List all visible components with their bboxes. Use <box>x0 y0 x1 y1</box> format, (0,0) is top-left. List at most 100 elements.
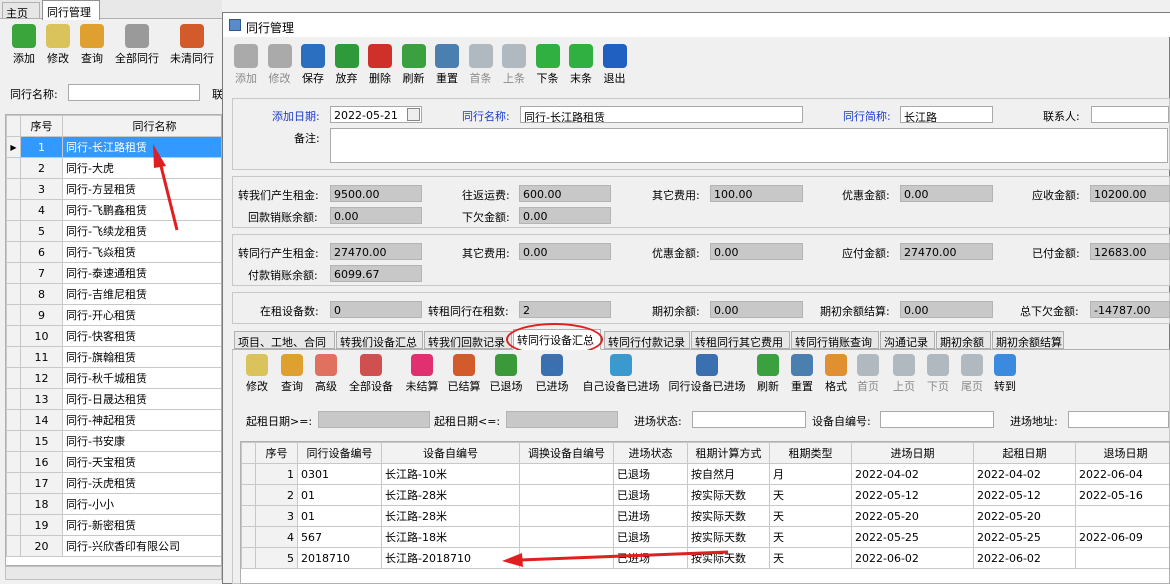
left-toolbar-button-3[interactable]: 全部同行 <box>112 24 162 66</box>
left-toolbar-button-2[interactable]: 查询 <box>74 24 110 66</box>
sub-toolbar-button-3[interactable]: 全部设备 <box>344 354 398 394</box>
peer-list-row[interactable]: 4 同行-飞鹏鑫租赁 <box>6 199 221 221</box>
grid-row-selector[interactable] <box>241 484 256 506</box>
grid-row-selector[interactable] <box>241 463 256 485</box>
dialog-toolbar-button-9[interactable]: 下条 <box>532 44 564 86</box>
grid-row[interactable]: 1 0301 长江路-10米 已退场 按自然月月 2022-04-02 2022-04-02… <box>241 463 1169 485</box>
sub-toolbar-button-14[interactable]: 上页 <box>888 354 920 394</box>
sub-toolbar-button-1[interactable]: 查询 <box>276 354 308 394</box>
peer-list-row[interactable]: 18 同行-小小 <box>6 493 221 515</box>
peer-list-row[interactable]: ▶ 1 同行-长江路租赁 <box>6 136 221 158</box>
left-toolbar-button-0[interactable]: 添加 <box>6 24 42 66</box>
row-selector[interactable] <box>6 262 21 284</box>
left-hscrollbar[interactable] <box>5 566 222 580</box>
peer-list-row[interactable]: 14 同行-神起租赁 <box>6 409 221 431</box>
entry-status-field[interactable] <box>692 411 806 428</box>
start-date-to-field[interactable] <box>506 411 618 428</box>
dialog-toolbar-button-10[interactable]: 末条 <box>565 44 597 86</box>
row-selector[interactable] <box>6 451 21 473</box>
entry-address-field[interactable] <box>1068 411 1169 428</box>
peer-list-row[interactable]: 19 同行-新密租赁 <box>6 514 221 536</box>
row-selector[interactable] <box>6 388 21 410</box>
sub-toolbar-button-11[interactable]: 重置 <box>786 354 818 394</box>
peer-list-row[interactable]: 13 同行-日晟达租赁 <box>6 388 221 410</box>
sub-toolbar-button-15[interactable]: 下页 <box>922 354 954 394</box>
row-selector[interactable] <box>6 241 21 263</box>
grid-row[interactable]: 4 567 长江路-18米 已退场 按实际天数天 2022-05-25 2022-05-25… <box>241 526 1169 548</box>
sub-toolbar-button-17[interactable]: 转到 <box>988 354 1022 394</box>
note-field[interactable] <box>330 128 1168 163</box>
peer-list-row[interactable]: 10 同行-快客租赁 <box>6 325 221 347</box>
sub-tab-1[interactable]: 转我们设备汇总 <box>336 331 423 349</box>
sub-tab-8[interactable]: 期初余额 <box>936 331 991 349</box>
grid-row[interactable]: 2 01 长江路-28米 已退场 按实际天数天 2022-05-12 2022-05-12 2… <box>241 484 1169 506</box>
row-selector[interactable] <box>6 220 21 242</box>
peer-list-row[interactable]: 8 同行-吉维尼租赁 <box>6 283 221 305</box>
row-selector[interactable] <box>6 325 21 347</box>
left-toolbar-button-1[interactable]: 修改 <box>42 24 74 66</box>
peer-list-row[interactable]: 5 同行-飞续龙租赁 <box>6 220 221 242</box>
dialog-toolbar-button-4[interactable]: 删除 <box>364 44 396 86</box>
peer-list-row[interactable]: 11 同行-旗翰租赁 <box>6 346 221 368</box>
sub-tab-5[interactable]: 转租同行其它费用 <box>691 331 790 349</box>
sub-toolbar-button-10[interactable]: 刷新 <box>752 354 784 394</box>
peer-list-row[interactable]: 9 同行-开心租赁 <box>6 304 221 326</box>
sub-toolbar-button-6[interactable]: 已退场 <box>486 354 526 394</box>
row-selector[interactable] <box>6 472 21 494</box>
dialog-toolbar-button-3[interactable]: 放弃 <box>331 44 363 86</box>
peer-list-row[interactable]: 3 同行-方昱租赁 <box>6 178 221 200</box>
left-toolbar-button-4[interactable]: 未清同行 <box>166 24 218 66</box>
peer-list-row[interactable]: 17 同行-沃虎租赁 <box>6 472 221 494</box>
sub-tab-0[interactable]: 项目、工地、合同 <box>234 331 335 349</box>
sub-toolbar-button-4[interactable]: 未结算 <box>402 354 442 394</box>
dialog-toolbar-button-1[interactable]: 修改 <box>264 44 296 86</box>
sub-tab-6[interactable]: 转同行销账查询 <box>791 331 879 349</box>
grid-row[interactable]: 3 01 长江路-28米 已进场 按实际天数天 2022-05-20 2022-05-20 <box>241 505 1169 527</box>
sub-toolbar-button-8[interactable]: 自己设备已进场 <box>580 354 662 394</box>
sub-tab-7[interactable]: 沟通记录 <box>880 331 935 349</box>
sub-toolbar-button-12[interactable]: 格式 <box>822 354 850 394</box>
sub-toolbar-button-5[interactable]: 已结算 <box>444 354 484 394</box>
tab-home[interactable]: 主页 <box>2 2 40 20</box>
add-date-field[interactable]: 2022-05-21 <box>330 106 422 123</box>
peer-list-row[interactable]: 16 同行-天宝租赁 <box>6 451 221 473</box>
sub-toolbar-button-7[interactable]: 已进场 <box>530 354 574 394</box>
dialog-toolbar-button-6[interactable]: 重置 <box>431 44 463 86</box>
row-selector[interactable] <box>6 493 21 515</box>
dialog-toolbar-button-8[interactable]: 上条 <box>498 44 530 86</box>
sub-tab-9[interactable]: 期初余额结算 <box>992 331 1064 349</box>
row-selector[interactable] <box>6 535 21 557</box>
row-selector[interactable] <box>6 346 21 368</box>
row-selector[interactable] <box>6 409 21 431</box>
sub-toolbar-button-0[interactable]: 修改 <box>240 354 274 394</box>
grid-row[interactable]: 5 2018710 长江路-2018710 已进场 按实际天数天 2022-06-02 20… <box>241 547 1169 569</box>
peer-name-field[interactable]: 同行-长江路租赁 <box>520 106 803 123</box>
peer-list-row[interactable]: 6 同行-飞焱租赁 <box>6 241 221 263</box>
grid-row-selector[interactable] <box>241 526 256 548</box>
dialog-toolbar-button-11[interactable]: 退出 <box>599 44 631 86</box>
contact-field[interactable] <box>1091 106 1169 123</box>
row-selector[interactable] <box>6 304 21 326</box>
peer-list-row[interactable]: 20 同行-兴欣香印有限公司 <box>6 535 221 557</box>
peer-list-row[interactable]: 15 同行-书安康 <box>6 430 221 452</box>
dialog-toolbar-button-2[interactable]: 保存 <box>297 44 329 86</box>
sub-toolbar-button-9[interactable]: 同行设备已进场 <box>666 354 748 394</box>
sub-tab-2[interactable]: 转我们回款记录 <box>424 331 512 349</box>
dialog-toolbar-button-5[interactable]: 刷新 <box>398 44 430 86</box>
sub-tab-4[interactable]: 转同行付款记录 <box>604 331 690 349</box>
sub-toolbar-button-16[interactable]: 尾页 <box>956 354 988 394</box>
tab-peer-management[interactable]: 同行管理 <box>42 0 100 20</box>
start-date-from-field[interactable] <box>318 411 430 428</box>
row-selector[interactable] <box>6 199 21 221</box>
device-number-field[interactable] <box>880 411 994 428</box>
dialog-toolbar-button-0[interactable]: 添加 <box>230 44 262 86</box>
row-selector[interactable] <box>6 514 21 536</box>
row-selector[interactable] <box>6 283 21 305</box>
dialog-toolbar-button-7[interactable]: 首条 <box>465 44 497 86</box>
peer-short-name-field[interactable]: 长江路 <box>900 106 993 123</box>
sub-toolbar-button-13[interactable]: 首页 <box>852 354 884 394</box>
row-selector[interactable] <box>6 178 21 200</box>
peer-name-search-input[interactable] <box>68 84 200 101</box>
peer-list-row[interactable]: 2 同行-大虎 <box>6 157 221 179</box>
calendar-icon[interactable] <box>407 108 420 121</box>
